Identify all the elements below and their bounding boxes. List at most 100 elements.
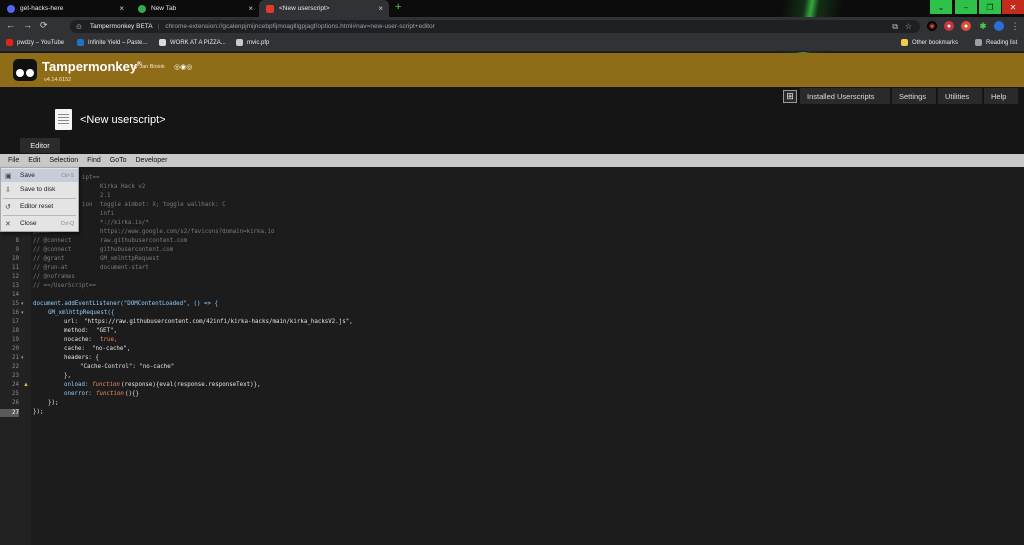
profile-avatar[interactable] xyxy=(994,21,1004,31)
document-icon xyxy=(55,109,72,130)
code-text: githubusercontent.com xyxy=(100,247,174,253)
bookmark-mvic-pfp[interactable]: mvic.pfp xyxy=(236,39,269,46)
code-text: "Cache-Control": "no-cache" xyxy=(80,364,175,370)
tampermonkey-logo xyxy=(13,59,37,81)
code-text: }); xyxy=(48,400,59,406)
menu-selection[interactable]: Selection xyxy=(48,157,79,164)
fold-icon[interactable]: ▾ xyxy=(21,355,24,361)
browser-tab-new-tab[interactable]: New Tab × xyxy=(131,0,259,17)
code-text: cache: xyxy=(64,346,85,352)
script-title: <New userscript> xyxy=(80,114,166,126)
code-text: document.addEventListener("DOMContentLoa… xyxy=(33,301,218,307)
menu-developer[interactable]: Developer xyxy=(135,157,169,164)
code-text: }); xyxy=(33,409,44,415)
other-bookmarks[interactable]: Other bookmarks xyxy=(901,39,958,46)
line-number: 16 xyxy=(12,310,19,316)
menu-file[interactable]: File xyxy=(7,157,20,164)
extension-icon[interactable]: ● xyxy=(944,21,954,31)
bookmark-work-at-a-pizza[interactable]: WORK AT A PIZZA... xyxy=(159,39,226,46)
bookmark-pwdzy[interactable]: pwdzy – YouTube xyxy=(6,39,64,46)
line-number: 23 xyxy=(12,373,19,379)
bookmark-star-icon[interactable]: ☆ xyxy=(905,22,912,31)
code-text: (response){eval(response.responseText)}, xyxy=(121,382,261,388)
fold-icon[interactable]: ▾ xyxy=(21,301,24,307)
line-number: 14 xyxy=(12,292,19,298)
tampermonkey-header: Tampermonkey® by Jan Biniok ◎◉◎ v4.14.61… xyxy=(0,53,1024,87)
github-icon[interactable]: ◎◉◎ xyxy=(174,63,192,71)
menu-divider xyxy=(3,215,76,216)
menu-dots-icon[interactable]: ⋮ xyxy=(1010,21,1020,31)
line-number: 15 xyxy=(12,301,19,307)
code-text: infi xyxy=(100,211,114,217)
menu-item-close[interactable]: ✕ Close Ctrl-Q xyxy=(1,217,78,230)
extension-icon[interactable]: ● xyxy=(961,21,971,31)
menu-item-editor-reset[interactable]: ↺ Editor reset xyxy=(1,200,78,213)
code-text: Kirka Hack v2 xyxy=(100,184,146,190)
tab-close-icon[interactable]: × xyxy=(378,4,383,13)
bookmark-infinite-yield[interactable]: Infinite Yield – Paste... xyxy=(77,39,147,46)
add-script-icon[interactable]: ⊞ xyxy=(783,90,797,103)
tab-installed-userscripts[interactable]: Installed Userscripts xyxy=(800,88,890,104)
image-icon xyxy=(236,39,243,46)
extension-icon[interactable]: ◉ xyxy=(927,21,937,31)
tab-title: New Tab xyxy=(151,5,177,12)
browser-toolbar: ← → ⟳ ⊙ Tampermonkey BETA | chrome-exten… xyxy=(0,17,1024,36)
puzzle-icon[interactable]: ✱ xyxy=(978,21,988,31)
line-number: 27 xyxy=(12,410,19,416)
reload-button[interactable]: ⟳ xyxy=(40,20,48,31)
tab-settings[interactable]: Settings xyxy=(892,88,936,104)
code-text: ion xyxy=(82,202,93,208)
tab-help[interactable]: Help xyxy=(984,88,1018,104)
new-tab-button[interactable]: + xyxy=(395,1,401,13)
tab-close-icon[interactable]: × xyxy=(119,4,124,13)
tab-search-button[interactable]: ⌄ xyxy=(930,0,952,14)
code-text: "https://raw.githubusercontent.com/42inf… xyxy=(84,319,353,325)
code-text: // @run-at xyxy=(33,265,68,271)
menu-find[interactable]: Find xyxy=(86,157,102,164)
tab-editor[interactable]: Editor xyxy=(20,138,60,153)
file-menu-dropdown: ▣ Save Ctrl-S ⇩ Save to disk ↺ Editor re… xyxy=(0,167,79,232)
author-credit: by Jan Biniok xyxy=(132,64,165,70)
menu-item-save-to-disk[interactable]: ⇩ Save to disk xyxy=(1,183,78,196)
shortcut-label: Ctrl-S xyxy=(61,172,74,179)
address-bar[interactable]: ⊙ Tampermonkey BETA | chrome-extension:/… xyxy=(70,20,920,33)
code-text: GM_xmlhttpRequest({ xyxy=(48,310,115,316)
code-text: document-start xyxy=(100,265,149,271)
tab-close-icon[interactable]: × xyxy=(248,4,253,13)
maximize-button[interactable]: ❐ xyxy=(979,0,1001,14)
site-name: Tampermonkey BETA xyxy=(89,23,153,30)
roblox-icon xyxy=(159,39,166,46)
tampermonkey-icon xyxy=(266,4,274,13)
menu-goto[interactable]: GoTo xyxy=(109,157,128,164)
line-number: 21 xyxy=(12,355,19,361)
reset-icon: ↺ xyxy=(5,203,11,211)
forward-button[interactable]: → xyxy=(23,20,32,30)
line-number: 25 xyxy=(12,391,19,397)
secure-icon[interactable]: ⊙ xyxy=(76,23,82,31)
tab-utilities[interactable]: Utilities xyxy=(938,88,982,104)
reading-list[interactable]: Reading list xyxy=(975,39,1017,46)
minimize-button[interactable]: – xyxy=(955,0,977,14)
reading-list-icon xyxy=(975,39,982,46)
browser-tab-new-userscript[interactable]: <New userscript> × xyxy=(259,0,389,17)
browser-tab-get-hacks-here[interactable]: get-hacks-here × xyxy=(0,0,130,17)
code-text: "no-cache", xyxy=(92,346,131,352)
line-number: 22 xyxy=(12,364,19,370)
warning-icon[interactable]: ▲ xyxy=(23,382,29,388)
back-button[interactable]: ← xyxy=(6,20,15,30)
discord-icon xyxy=(7,4,15,13)
fold-icon[interactable]: ▾ xyxy=(21,310,24,316)
close-window-button[interactable]: ✕ xyxy=(1002,0,1024,14)
url-text[interactable]: chrome-extension://gcalenpjmijncebpfijmo… xyxy=(165,23,435,30)
menu-item-save[interactable]: ▣ Save Ctrl-S xyxy=(1,169,78,182)
code-text: headers: { xyxy=(64,355,99,361)
line-number: 20 xyxy=(12,346,19,352)
code-text: ipt== xyxy=(82,175,100,181)
menu-edit[interactable]: Edit xyxy=(27,157,41,164)
code-editor[interactable]: 8 9 10 11 12 13 14 15 ▾ 16 ▾ 17 18 19 20… xyxy=(0,167,1024,545)
code-text: true, xyxy=(100,337,118,343)
share-icon[interactable]: ⧉ xyxy=(892,22,898,32)
download-icon: ⇩ xyxy=(5,186,11,194)
line-number: 19 xyxy=(12,337,19,343)
line-number: 9 xyxy=(15,247,20,253)
